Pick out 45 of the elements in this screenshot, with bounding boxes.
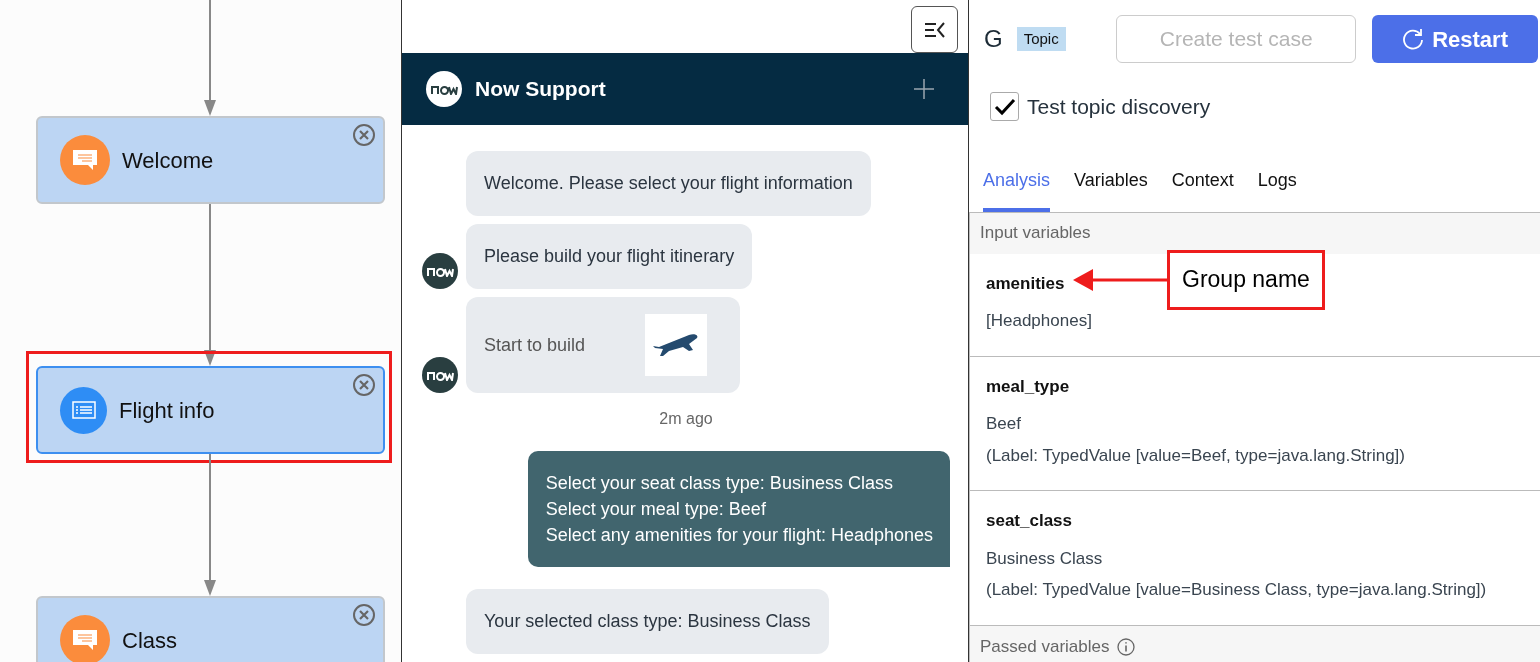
card-text: Start to build xyxy=(484,333,586,357)
variable-detail: (Label: TypedValue [value=Business Class, type=java.lang.String]) xyxy=(986,579,1487,601)
close-icon[interactable] xyxy=(352,603,376,627)
variable-value: Business Class xyxy=(986,547,1104,570)
variable-value: [Headphones] xyxy=(986,310,1092,332)
collapse-icon xyxy=(923,20,946,39)
tab[interactable]: Logs xyxy=(1257,166,1297,212)
add-icon[interactable] xyxy=(914,79,934,99)
flow-node[interactable]: Flight info xyxy=(36,366,385,454)
refresh-icon xyxy=(1402,28,1425,50)
bot-message: Please build your flight itinerary xyxy=(466,224,753,289)
annotation-label: Group name xyxy=(1167,249,1325,310)
arrow-icon xyxy=(1073,267,1167,292)
form-icon xyxy=(60,386,107,434)
bot-message: Welcome. Please select your flight information xyxy=(466,151,871,216)
checkbox-label: Test topic discovery xyxy=(1027,94,1211,120)
variable-name: amenities xyxy=(986,272,1065,295)
section-title: Passed variables xyxy=(980,635,1110,658)
node-label: Flight info xyxy=(119,396,215,425)
bot-message: Your selected class type: Business Class xyxy=(466,589,829,654)
section-header: Input variables xyxy=(970,212,1540,254)
variable-name: seat_class xyxy=(986,510,1073,532)
variable-value: Beef xyxy=(986,413,1022,435)
chat-bubble-icon xyxy=(60,135,110,185)
tab[interactable]: Context xyxy=(1171,166,1234,212)
variable-name: meal_type xyxy=(986,375,1070,398)
close-icon[interactable] xyxy=(352,123,376,147)
node-label: Welcome xyxy=(122,146,214,175)
variable-detail: (Label: TypedValue [value=Beef, type=java.lang.String]) xyxy=(986,444,1405,467)
topic-tag: Topic xyxy=(1016,26,1066,52)
title-letter: G xyxy=(984,24,1003,54)
chat-title: Now Support xyxy=(475,76,606,103)
user-message: Select your seat class type: Business Class Select your meal type: Beef Select any amenities for your flight: Headphones xyxy=(527,451,950,567)
node-label: Class xyxy=(122,626,177,655)
timestamp: 2m ago xyxy=(659,409,713,429)
tab[interactable]: Variables xyxy=(1074,166,1148,212)
flow-node[interactable]: Welcome xyxy=(36,116,385,204)
flow-node[interactable]: Class xyxy=(36,596,385,662)
restart-button[interactable]: Restart xyxy=(1372,15,1538,63)
airplane-icon xyxy=(645,314,708,376)
logo-icon xyxy=(426,71,462,107)
close-icon[interactable] xyxy=(352,373,376,397)
info-icon[interactable] xyxy=(1117,637,1136,656)
chat-bubble-icon xyxy=(60,615,110,662)
checkbox[interactable] xyxy=(990,92,1019,122)
